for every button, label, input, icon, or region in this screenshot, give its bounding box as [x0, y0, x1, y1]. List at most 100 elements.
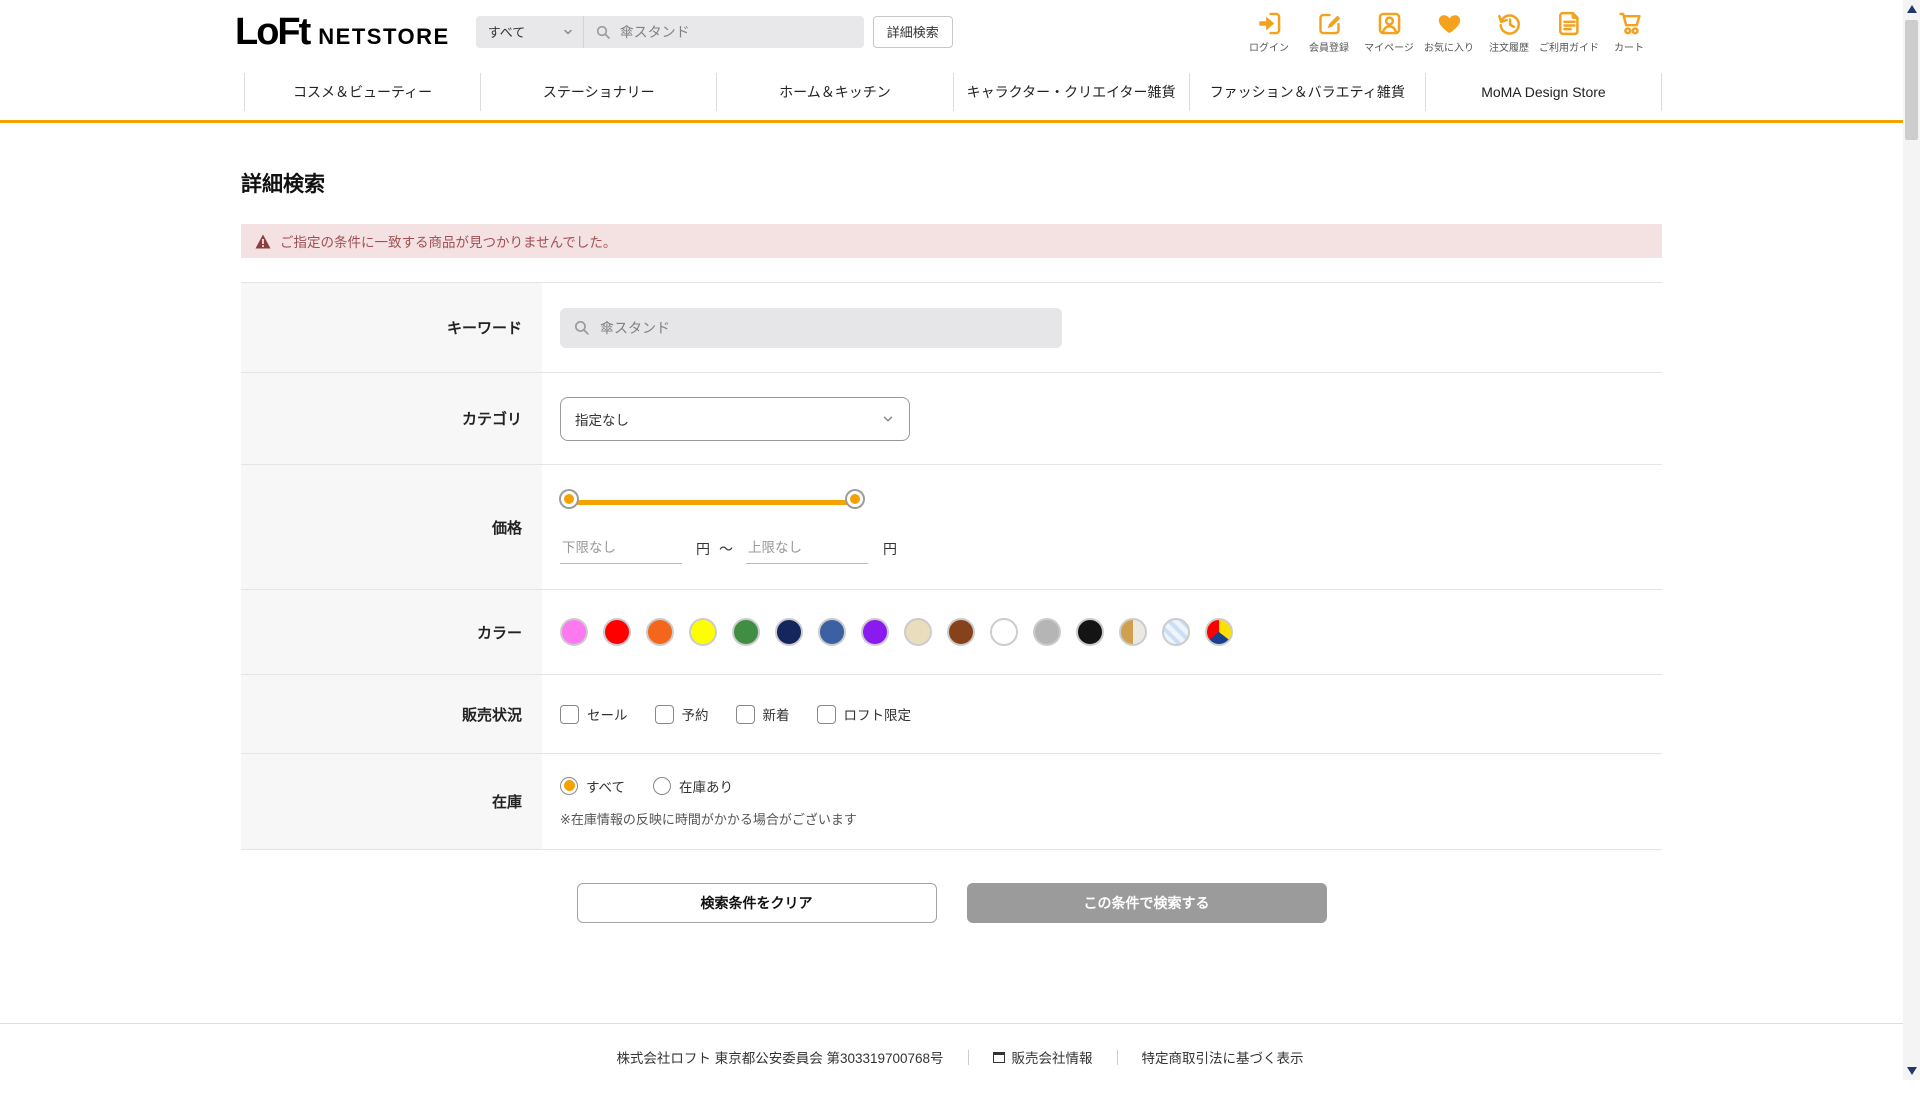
- color-label: カラー: [241, 590, 542, 674]
- color-swatch[interactable]: [1033, 618, 1061, 646]
- search-scope-value: すべて: [487, 25, 526, 40]
- keyword-row: キーワード 傘スタンド: [241, 282, 1662, 372]
- price-min-input[interactable]: 下限なし: [560, 533, 682, 564]
- nav-item-stationery[interactable]: ステーショナリー: [480, 72, 716, 111]
- price-slider-track: [572, 499, 852, 505]
- color-swatch[interactable]: [904, 618, 932, 646]
- color-swatch[interactable]: [861, 618, 889, 646]
- color-swatch[interactable]: [947, 618, 975, 646]
- category-label: カテゴリ: [241, 373, 542, 464]
- radio-stock-available[interactable]: 在庫あり: [653, 776, 733, 796]
- price-slider-min-handle[interactable]: [561, 491, 577, 507]
- radio-unselected-icon: [653, 776, 672, 795]
- color-swatch[interactable]: [775, 618, 803, 646]
- scroll-up-arrow[interactable]: [1906, 5, 1917, 13]
- chevron-down-icon: [563, 29, 572, 34]
- clear-conditions-button[interactable]: 検索条件をクリア: [576, 883, 937, 923]
- page-title: 詳細検索: [241, 173, 325, 196]
- stock-row: 在庫 すべて 在庫あり ※在庫情報の反映に時間がかかる場合がございます: [241, 753, 1662, 849]
- checkbox-new[interactable]: 新着: [735, 704, 790, 724]
- color-swatch[interactable]: [1076, 618, 1104, 646]
- checkbox-preorder-label: 予約: [681, 708, 709, 723]
- checkbox-icon: [654, 704, 674, 724]
- checkbox-loft-exclusive[interactable]: ロフト限定: [816, 704, 912, 724]
- register-label: 会員登録: [1309, 43, 1349, 54]
- stock-note: ※在庫情報の反映に時間がかかる場合がございます: [560, 811, 857, 827]
- sales-status-row: 販売状況 セール 予約 新着 ロフト限定: [241, 674, 1662, 753]
- utility-nav: ログイン 会員登録 マイページ お気に入り 注文履歴 ご利用ガイド カート: [1244, 9, 1654, 54]
- keyword-input[interactable]: 傘スタンド: [560, 307, 1062, 348]
- favorites-button[interactable]: お気に入り: [1424, 9, 1474, 54]
- price-range-slider: [561, 490, 863, 514]
- checkbox-loft-exclusive-label: ロフト限定: [843, 708, 912, 723]
- color-row: カラー: [241, 589, 1662, 674]
- color-swatch[interactable]: [689, 618, 717, 646]
- checkbox-icon: [735, 704, 755, 724]
- commerce-law-label: 特定商取引法に基づく表示: [1141, 1051, 1304, 1066]
- order-history-icon: [1496, 9, 1523, 37]
- color-swatch[interactable]: [646, 618, 674, 646]
- radio-stock-all[interactable]: すべて: [560, 776, 625, 796]
- price-max-input[interactable]: 上限なし: [746, 533, 868, 564]
- nav-item-cosme-beauty[interactable]: コスメ＆ビューティー: [244, 72, 480, 111]
- warning-icon: [255, 234, 271, 248]
- keyword-label: キーワード: [241, 283, 542, 372]
- mypage-button[interactable]: マイページ: [1364, 9, 1414, 54]
- scrollbar-thumb[interactable]: [1905, 20, 1918, 140]
- login-button[interactable]: ログイン: [1244, 9, 1294, 54]
- category-select[interactable]: 指定なし: [560, 396, 910, 441]
- vertical-scrollbar[interactable]: [1903, 0, 1920, 1080]
- checkbox-preorder[interactable]: 予約: [654, 704, 709, 724]
- checkbox-icon: [816, 704, 836, 724]
- color-swatch[interactable]: [818, 618, 846, 646]
- cart-button[interactable]: カート: [1604, 9, 1654, 54]
- seller-info-label: 販売会社情報: [1011, 1051, 1093, 1066]
- color-swatch[interactable]: [1162, 618, 1190, 646]
- header-search-input[interactable]: 傘スタンド: [584, 22, 864, 42]
- color-swatch[interactable]: [990, 618, 1018, 646]
- logo-netstore-text: NETSTORE: [318, 23, 450, 49]
- favorites-heart-icon: [1436, 9, 1463, 37]
- guide-label: ご利用ガイド: [1539, 43, 1599, 54]
- color-swatch[interactable]: [1205, 618, 1233, 646]
- favorites-label: お気に入り: [1424, 43, 1474, 54]
- price-unit-label: 円: [883, 540, 897, 557]
- checkbox-sale[interactable]: セール: [560, 704, 628, 724]
- category-nav: コスメ＆ビューティー ステーショナリー ホーム＆キッチン キャラクター・クリエイ…: [244, 72, 1663, 111]
- guide-icon: [1556, 9, 1583, 37]
- seller-info-link[interactable]: 販売会社情報: [992, 1047, 1093, 1067]
- guide-button[interactable]: ご利用ガイド: [1539, 9, 1599, 54]
- color-swatch[interactable]: [560, 618, 588, 646]
- loft-logo[interactable]: LoFt NETSTORE: [235, 13, 450, 51]
- register-icon: [1316, 9, 1343, 37]
- advanced-search-form: キーワード 傘スタンド カテゴリ 指定なし 価格 下限なし 円 ～ 上限なし 円…: [241, 282, 1662, 850]
- footer-separator: [1116, 1049, 1118, 1065]
- price-slider-max-handle[interactable]: [847, 491, 863, 507]
- advanced-search-button[interactable]: 詳細検索: [872, 15, 953, 48]
- cart-label: カート: [1614, 43, 1644, 54]
- commerce-law-link[interactable]: 特定商取引法に基づく表示: [1142, 1047, 1304, 1067]
- price-range-separator: ～: [719, 540, 733, 557]
- footer-separator: [967, 1049, 969, 1065]
- price-row: 価格 下限なし 円 ～ 上限なし 円: [241, 464, 1662, 589]
- color-swatches: [560, 618, 1233, 646]
- site-header: LoFt NETSTORE すべて 傘スタンド 詳細検索 ログイン 会員登録 マ…: [0, 0, 1920, 63]
- search-with-conditions-button[interactable]: この条件で検索する: [966, 883, 1327, 923]
- register-button[interactable]: 会員登録: [1304, 9, 1354, 54]
- login-icon: [1256, 9, 1283, 37]
- no-results-alert: ご指定の条件に一致する商品が見つかりませんでした。: [241, 224, 1662, 258]
- nav-item-moma[interactable]: MoMA Design Store: [1424, 72, 1663, 111]
- header-search-value: 傘スタンド: [619, 23, 690, 40]
- search-icon: [574, 320, 589, 335]
- category-selected-value: 指定なし: [575, 412, 629, 428]
- nav-item-fashion-variety[interactable]: ファッション＆バラエティ雑貨: [1188, 72, 1425, 111]
- scroll-down-arrow[interactable]: [1906, 1067, 1917, 1075]
- search-scope-select[interactable]: すべて: [476, 15, 584, 48]
- nav-item-home-kitchen[interactable]: ホーム＆キッチン: [716, 72, 952, 111]
- order-history-button[interactable]: 注文履歴: [1484, 9, 1534, 54]
- color-swatch[interactable]: [732, 618, 760, 646]
- color-swatch[interactable]: [603, 618, 631, 646]
- color-swatch[interactable]: [1119, 618, 1147, 646]
- login-label: ログイン: [1249, 43, 1289, 54]
- nav-item-character-creator[interactable]: キャラクター・クリエイター雑貨: [952, 72, 1189, 111]
